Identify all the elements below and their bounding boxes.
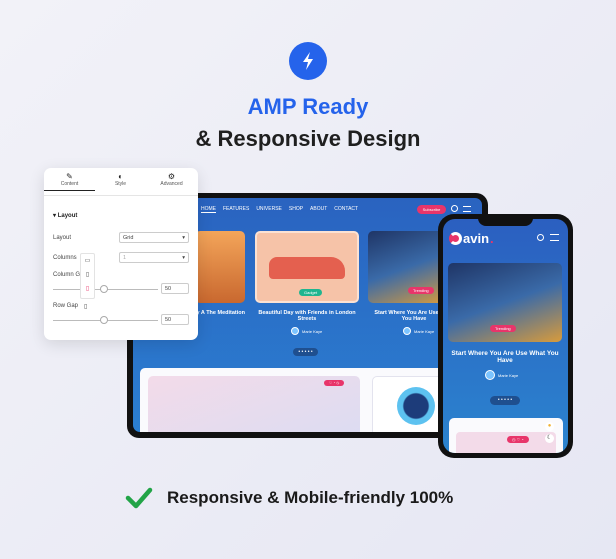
nav-universe[interactable]: UNIVERSE [256, 206, 282, 213]
column-gap-input[interactable]: 50 [161, 283, 189, 294]
mobile-icon[interactable]: ▯ [81, 282, 94, 296]
logo-c-icon [449, 232, 462, 245]
contrast-icon: ◐ [118, 172, 123, 181]
gear-icon: ⚙ [167, 172, 176, 181]
badge: Trending [490, 325, 516, 332]
menu-icon[interactable] [463, 206, 471, 212]
carousel-pagination[interactable]: • • • • • [490, 396, 520, 405]
main-nav: HOME FEATURES UNIVERSE SHOP ABOUT CONTAC… [201, 206, 358, 213]
post-title[interactable]: Start Where You Are Use What You Have [451, 350, 559, 364]
post-title[interactable]: Beautiful Day with Friends in London Str… [255, 310, 359, 322]
responsive-device-switcher: ▭ ▯ ▯ [80, 253, 95, 299]
section-layout-toggle[interactable]: ▾ Layout [53, 212, 77, 219]
divider [44, 195, 198, 196]
post-card-image[interactable]: Gadget [255, 231, 359, 303]
columns-label: Columns [53, 255, 77, 261]
phone-notch [478, 214, 533, 226]
column-gap-slider-handle[interactable] [100, 285, 108, 293]
post-card-image[interactable] [195, 231, 245, 303]
post-stats-badge: ♡ ◔ ◷ [324, 380, 345, 386]
avatar [485, 370, 495, 380]
layout-select[interactable]: Grid ▾ [119, 232, 189, 243]
post-author: Marie Kaye [403, 327, 434, 335]
row-gap-label: Row Gap [53, 303, 79, 309]
desktop-icon[interactable]: ▭ [81, 254, 94, 268]
content-section: ◷ ♡ ◔ ● ☾ [449, 418, 563, 453]
columns-select[interactable]: 1 ▾ [119, 252, 189, 263]
avatar [291, 327, 299, 335]
tab-content[interactable]: ✎ Content [44, 172, 95, 191]
carousel-pagination[interactable]: • • • • • [293, 348, 318, 356]
featured-post-image[interactable] [456, 432, 556, 453]
pencil-icon: ✎ [66, 172, 73, 181]
site-logo[interactable]: avin. [449, 231, 494, 246]
post-stats-badge: ◷ ♡ ◔ [507, 436, 529, 443]
featured-post-image[interactable]: ♡ ◔ ◷ [148, 376, 360, 432]
light-mode-icon[interactable]: ● [545, 422, 554, 431]
badge: Trending [408, 287, 434, 294]
avatar [403, 327, 411, 335]
nav-about[interactable]: ABOUT [310, 206, 327, 213]
page-subtitle: & Responsive Design [195, 126, 421, 151]
row-gap-slider-handle[interactable] [100, 316, 108, 324]
mobile-device-icon[interactable]: ▯ [84, 303, 87, 310]
nav-home[interactable]: HOME [201, 206, 216, 213]
post-image[interactable]: Trending [448, 263, 562, 342]
layout-label: Layout [53, 235, 72, 241]
menu-icon[interactable] [550, 234, 559, 241]
author-avatar [397, 387, 435, 425]
nav-contact[interactable]: CONTACT [334, 206, 358, 213]
footer-feature: Responsive & Mobile-friendly 100% [125, 487, 453, 509]
page-title: AMP Ready [247, 94, 369, 119]
tablet-icon[interactable]: ▯ [81, 268, 94, 282]
badge: Gadget [299, 289, 323, 296]
phone-screen: avin. Trending Start Where You Are Use W… [443, 219, 568, 453]
elementor-editor-panel: ✎ Content ◐ Style ⚙ Advanced ▾ Layout Layou… [44, 168, 198, 340]
post-author: Marie Kaye [485, 370, 518, 380]
footer-text: Responsive & Mobile-friendly 100% [167, 488, 454, 507]
nav-features[interactable]: FEATURES [223, 206, 249, 213]
row-gap-input[interactable]: 50 [161, 314, 189, 325]
content-section: ♡ ◔ ◷ [140, 368, 482, 432]
subscribe-button[interactable]: Subscribe [417, 205, 446, 214]
car-illustration [269, 257, 345, 279]
search-icon[interactable] [451, 205, 458, 212]
lightning-bolt-icon [289, 42, 327, 80]
tab-advanced[interactable]: ⚙ Advanced [146, 172, 197, 187]
post-card-image[interactable]: Trending [368, 231, 448, 303]
tab-style[interactable]: ◐ Style [95, 172, 146, 187]
nav-shop[interactable]: SHOP [289, 206, 303, 213]
checkmark-icon [125, 487, 153, 509]
phone-mockup: avin. Trending Start Where You Are Use W… [438, 214, 573, 458]
post-author: Marie Kaye [291, 327, 322, 335]
dark-mode-icon[interactable]: ☾ [545, 434, 554, 443]
search-icon[interactable] [537, 234, 544, 241]
